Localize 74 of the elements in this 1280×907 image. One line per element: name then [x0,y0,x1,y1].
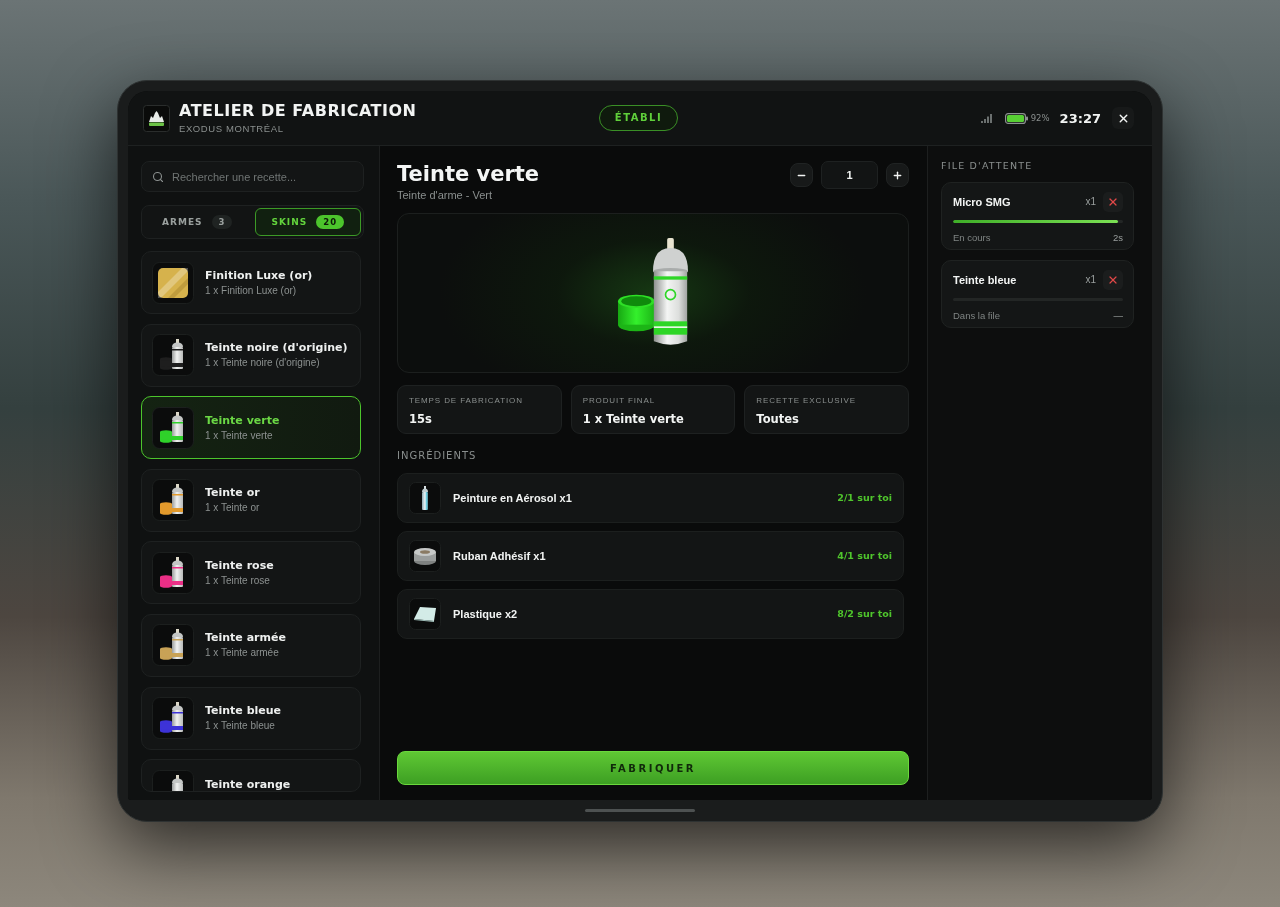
app-subtitle: EXODUS MONTRÉAL [179,123,284,134]
search-icon [152,171,164,183]
queue-item-name: Micro SMG [953,195,1012,209]
stat-value: 1 x Teinte verte [582,412,684,426]
recipe-item[interactable]: Teinte orange [141,759,361,792]
craft-button[interactable]: FABRIQUER [397,751,909,785]
recipe-yield: 1 x Teinte bleue [205,720,276,733]
recipe-yield: 1 x Teinte noire (d'origine) [205,357,321,370]
aerosol-can-icon [409,482,441,514]
remove-button[interactable] [1103,270,1123,290]
recipe-name: Teinte armée [205,631,286,645]
recipe-yield: 1 x Teinte verte [205,429,274,442]
queue-heading: FILE D'ATTENTE [941,160,1033,172]
queue-item-name: Teinte bleue [953,273,1018,287]
recipe-category: Teinte d'arme - Vert [397,189,493,202]
queue-quantity: x1 [1085,274,1096,286]
recipe-yield: 1 x Teinte rose [205,574,271,587]
recipe-title: Teinte verte [397,161,540,187]
ingredient-stock: 8/2 sur toi [837,608,892,620]
recipe-item[interactable]: Teinte noire (d'origine) 1 x Teinte noire (d'origine) [141,323,361,387]
stat-value: 15s [409,412,432,426]
category-tab[interactable]: SKINS 20 [254,208,361,236]
station-tag: ÉTABLI [598,105,679,131]
recipe-yield: 1 x Teinte or [205,502,260,515]
close-icon [1107,196,1119,208]
close-icon [1107,274,1119,286]
recipe-name: Teinte or [205,486,260,500]
ingredient-stock: 2/1 sur toi [837,492,892,504]
ingredient-stock: 4/1 sur toi [837,550,892,562]
stat-value: Toutes [756,412,799,426]
quantity-field[interactable]: 1 [821,161,878,189]
app-title: ATELIER DE FABRICATION [179,102,417,120]
count-badge: 3 [211,215,233,229]
crest-logo-icon [143,104,170,132]
increase-button[interactable] [886,163,909,187]
battery-icon [1004,112,1028,124]
recipe-name: Teinte rose [205,558,274,572]
tape-roll-icon [409,540,441,572]
recipe-item[interactable]: Teinte rose 1 x Teinte rose [141,541,361,605]
ingredient-name: Plastique x2 [453,607,519,621]
recipe-name: Teinte verte [205,413,280,427]
signal-icon [980,113,992,123]
ingredient-name: Ruban Adhésif x1 [453,549,547,563]
recipe-item[interactable]: Teinte verte 1 x Teinte verte [141,396,361,460]
stat-label: RECETTE EXCLUSIVE [756,396,857,406]
recipe-item[interactable]: Finition Luxe (or) 1 x Finition Luxe (or) [141,251,361,314]
decrease-button[interactable] [790,163,813,187]
battery-percent: 92% [1030,113,1050,123]
recipe-name: Finition Luxe (or) [205,268,313,282]
search-field[interactable]: Rechercher une recette... [141,161,364,192]
recipe-item[interactable]: Teinte or 1 x Teinte or [141,468,361,532]
queue-status: En cours [953,232,991,243]
close-button[interactable] [1112,107,1134,129]
clock-time: 23:27 [1059,110,1101,126]
section-heading: INGRÉDIENTS [397,450,477,462]
recipe-name: Teinte noire (d'origine) [205,341,348,355]
plus-icon [892,169,903,181]
stat-label: PRODUIT FINAL [582,396,656,406]
queue-quantity: x1 [1085,196,1096,208]
plastic-sheet-icon [409,598,441,630]
stat-label: TEMPS DE FABRICATION [409,396,523,406]
queue-status: Dans la file [953,310,1000,321]
recipe-name: Teinte bleue [205,704,282,718]
ingredient-name: Peinture en Aérosol x1 [453,491,573,505]
queue-time: — [1113,310,1123,321]
count-badge: 20 [316,215,345,229]
remove-button[interactable] [1103,192,1123,212]
recipe-name: Teinte orange [205,777,291,791]
recipe-yield: 1 x Teinte armée [205,647,280,660]
recipe-yield: 1 x Finition Luxe (or) [205,284,298,297]
recipe-item[interactable]: Teinte bleue 1 x Teinte bleue [141,686,361,750]
category-tab[interactable]: ARMES 3 [144,208,251,236]
recipe-item[interactable]: Teinte armée 1 x Teinte armée [141,613,361,677]
queue-time: 2s [1112,232,1123,243]
